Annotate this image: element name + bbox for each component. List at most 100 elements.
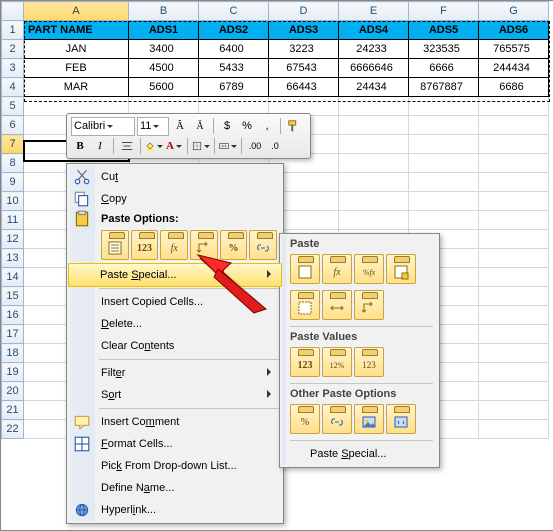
comma-format-button[interactable]: , [258,117,276,135]
row-header-11[interactable]: 11 [2,211,24,230]
cell-A4[interactable]: MAR [24,78,129,97]
paste-link-button[interactable] [249,230,277,260]
menu-pick-dropdown[interactable]: Pick From Drop-down List... [69,455,281,477]
cell-C4[interactable]: 6789 [199,78,269,97]
paste-values-button[interactable]: 123 [131,230,159,260]
sub-values-numfmt[interactable]: 12% [322,347,352,377]
sub-other-link[interactable] [322,404,352,434]
cell-E4[interactable]: 24434 [339,78,409,97]
row-header-14[interactable]: 14 [2,268,24,287]
row-header-5[interactable]: 5 [2,97,24,116]
cell-D3[interactable]: 67543 [269,59,339,78]
cell-F4[interactable]: 8767887 [409,78,479,97]
menu-insert-cells[interactable]: Insert Copied Cells... [69,291,281,313]
row-header-17[interactable]: 17 [2,325,24,344]
menu-filter[interactable]: Filter [69,362,281,384]
paste-percent-button[interactable]: % [220,230,248,260]
menu-clear-contents[interactable]: Clear Contents [69,335,281,357]
sub-paste-formulas-fmt[interactable]: %fx [354,254,384,284]
col-header-F[interactable]: F [409,2,479,21]
merge-center-button[interactable] [219,137,237,155]
bold-button[interactable]: B [71,137,89,155]
menu-define-name[interactable]: Define Name... [69,477,281,499]
row-header-15[interactable]: 15 [2,287,24,306]
row-header-4[interactable]: 4 [2,78,24,97]
cell-E1[interactable]: ADS4 [339,21,409,40]
font-name-combo[interactable]: Calibri [71,117,135,136]
submenu-paste-special-item[interactable]: Paste Special... [282,443,437,465]
menu-cut[interactable]: Cut [69,166,281,188]
select-all-corner[interactable] [2,2,24,21]
borders-button[interactable] [192,137,210,155]
row-header-19[interactable]: 19 [2,363,24,382]
shrink-font-button[interactable]: Ǎ [191,117,209,135]
menu-copy[interactable]: Copy [69,188,281,210]
font-size-combo[interactable]: 11 [137,117,169,136]
cell-D1[interactable]: ADS3 [269,21,339,40]
menu-format-cells[interactable]: Format Cells... [69,433,281,455]
cell-D4[interactable]: 66443 [269,78,339,97]
row-header-10[interactable]: 10 [2,192,24,211]
accounting-format-button[interactable]: $ [218,117,236,135]
cell-B1[interactable]: ADS1 [129,21,199,40]
sub-other-piclink[interactable] [386,404,416,434]
italic-button[interactable]: I [91,137,109,155]
cell-E2[interactable]: 24233 [339,40,409,59]
paste-formulas-button[interactable]: fx [160,230,188,260]
menu-insert-comment[interactable]: Insert Comment [69,411,281,433]
col-header-B[interactable]: B [129,2,199,21]
cell-B4[interactable]: 5600 [129,78,199,97]
row-header-3[interactable]: 3 [2,59,24,78]
fill-color-button[interactable] [145,137,163,155]
col-header-G[interactable]: G [479,2,549,21]
row-header-8[interactable]: 8 [2,154,24,173]
percent-format-button[interactable]: % [238,117,256,135]
sub-paste-keep-src[interactable] [386,254,416,284]
cell-A3[interactable]: FEB [24,59,129,78]
col-header-A[interactable]: A [24,2,129,21]
cell-F3[interactable]: 6666 [409,59,479,78]
cell-C1[interactable]: ADS2 [199,21,269,40]
row-header-20[interactable]: 20 [2,382,24,401]
cell-F1[interactable]: ADS5 [409,21,479,40]
paste-transpose-button[interactable] [190,230,218,260]
cell-G4[interactable]: 6686 [479,78,549,97]
cell-C3[interactable]: 5433 [199,59,269,78]
row-header-9[interactable]: 9 [2,173,24,192]
decrease-decimal-button[interactable]: .0 [266,137,284,155]
row-header-2[interactable]: 2 [2,40,24,59]
font-color-button[interactable]: A [165,137,183,155]
row-header-22[interactable]: 22 [2,420,24,439]
row-header-1[interactable]: 1 [2,21,24,40]
cell-D2[interactable]: 3223 [269,40,339,59]
col-header-D[interactable]: D [269,2,339,21]
increase-decimal-button[interactable]: .00 [246,137,264,155]
sub-paste-colwidth[interactable] [322,290,352,320]
row-header-21[interactable]: 21 [2,401,24,420]
sub-values[interactable]: 123 [290,347,320,377]
row-header-12[interactable]: 12 [2,230,24,249]
menu-delete[interactable]: Delete... [69,313,281,335]
cell-B3[interactable]: 4500 [129,59,199,78]
col-header-E[interactable]: E [339,2,409,21]
cell-B2[interactable]: 3400 [129,40,199,59]
cell-G2[interactable]: 765575 [479,40,549,59]
sub-values-srcfmt[interactable]: 123 [354,347,384,377]
cell-F2[interactable]: 323535 [409,40,479,59]
paste-all-button[interactable] [101,230,129,260]
sub-paste-all[interactable] [290,254,320,284]
cell-A1[interactable]: PART NAME [24,21,129,40]
cell-E3[interactable]: 6666646 [339,59,409,78]
cell-C2[interactable]: 6400 [199,40,269,59]
col-header-C[interactable]: C [199,2,269,21]
row-header-7[interactable]: 7 [2,135,24,154]
sub-paste-transpose[interactable] [354,290,384,320]
row-header-18[interactable]: 18 [2,344,24,363]
sub-other-fmt[interactable]: % [290,404,320,434]
format-painter-button[interactable] [285,117,303,135]
row-header-13[interactable]: 13 [2,249,24,268]
sub-other-pic[interactable] [354,404,384,434]
menu-hyperlink[interactable]: Hyperlink... [69,499,281,521]
center-align-button[interactable] [118,137,136,155]
cell-G3[interactable]: 244434 [479,59,549,78]
